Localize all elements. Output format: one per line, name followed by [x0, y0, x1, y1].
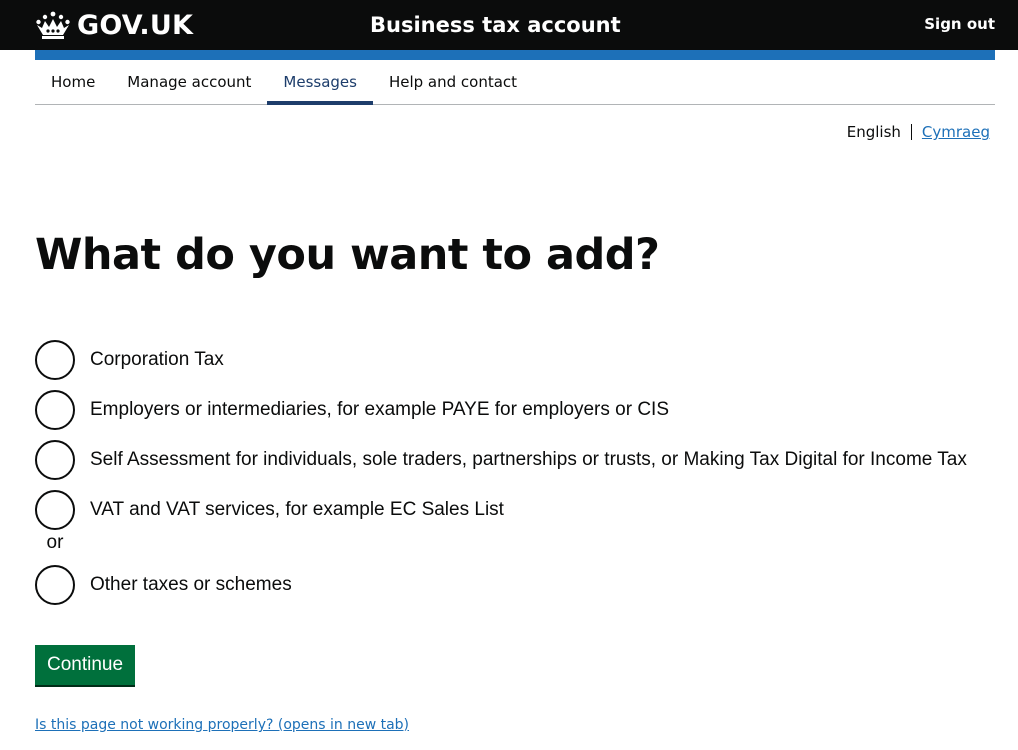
nav-item-manage-account[interactable]: Manage account [111, 60, 267, 104]
radio-button[interactable] [35, 565, 75, 605]
crown-icon [35, 10, 71, 40]
radio-employers[interactable]: Employers or intermediaries, for example… [35, 390, 995, 430]
radio-self-assessment[interactable]: Self Assessment for individuals, sole tr… [35, 440, 995, 480]
radio-other-taxes[interactable]: Other taxes or schemes [35, 565, 995, 605]
govuk-logo-link[interactable]: GOV.UK [35, 8, 193, 42]
radio-button[interactable] [35, 390, 75, 430]
account-nav: Home Manage account Messages Help and co… [35, 60, 995, 105]
language-separator [910, 124, 912, 140]
radio-label[interactable]: VAT and VAT services, for example EC Sal… [90, 499, 504, 521]
radio-label[interactable]: Employers or intermediaries, for example… [90, 399, 669, 421]
radio-button[interactable] [35, 440, 75, 480]
nav-item-label: Manage account [127, 73, 252, 91]
radio-button[interactable] [35, 490, 75, 530]
radio-divider-or: or [46, 532, 64, 553]
radio-label[interactable]: Corporation Tax [90, 349, 224, 371]
service-name-link[interactable]: Business tax account [370, 10, 621, 40]
nav-item-home[interactable]: Home [35, 60, 111, 104]
radio-label[interactable]: Other taxes or schemes [90, 574, 292, 596]
language-current: English [846, 123, 901, 141]
tax-options-radio-group: Corporation Tax Employers or intermediar… [35, 340, 995, 615]
language-toggle: English Cymraeg [847, 122, 990, 142]
radio-corporation-tax[interactable]: Corporation Tax [35, 340, 995, 380]
site-header: GOV.UK Business tax account Sign out [0, 0, 1018, 50]
radio-button[interactable] [35, 340, 75, 380]
page-title: What do you want to add? [35, 230, 660, 280]
sign-out-link[interactable]: Sign out [924, 13, 995, 35]
header-blue-bar [35, 50, 995, 60]
report-problem-link[interactable]: Is this page not working properly? (open… [35, 715, 409, 735]
logo-text: GOV.UK [77, 9, 194, 41]
nav-item-messages[interactable]: Messages [267, 60, 373, 105]
radio-label[interactable]: Self Assessment for individuals, sole tr… [90, 449, 967, 471]
nav-item-label: Messages [283, 73, 357, 91]
nav-item-help-and-contact[interactable]: Help and contact [373, 60, 533, 104]
continue-button[interactable]: Continue [35, 645, 136, 685]
language-welsh-link[interactable]: Cymraeg [922, 122, 990, 142]
radio-vat[interactable]: VAT and VAT services, for example EC Sal… [35, 490, 995, 530]
nav-item-label: Home [51, 73, 96, 91]
nav-item-label: Help and contact [388, 73, 518, 91]
